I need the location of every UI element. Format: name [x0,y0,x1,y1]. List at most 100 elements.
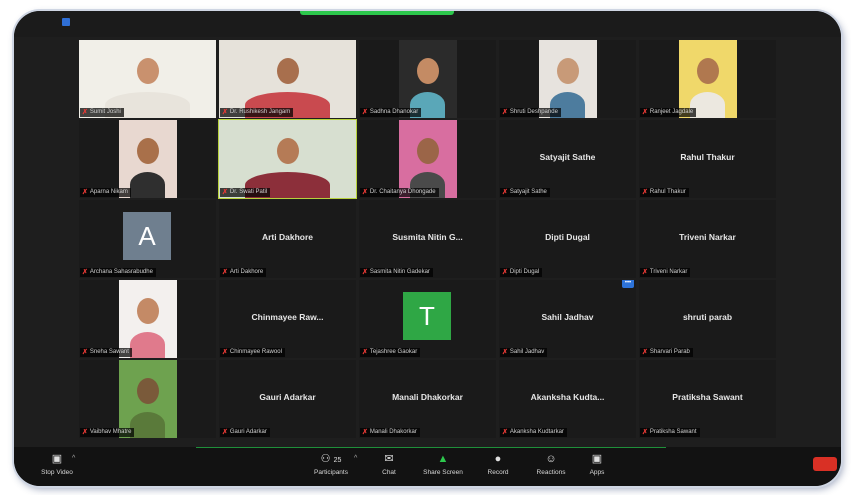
chat-button[interactable]: ✉ Chat [366,452,412,476]
participant-name-label: ✗ Dr. Chaitanya Dhongade [360,188,439,197]
participant-display-name: Chinmayee Raw... [251,312,324,322]
participant-tile[interactable]: Chinmayee Raw... ✗ Chinmayee Rawool [219,280,356,358]
participant-name-label: ✗ Archana Sahasrabudhe [80,268,156,277]
participant-tile[interactable]: Satyajit Sathe ✗ Satyajit Sathe [499,120,636,198]
reactions-button[interactable]: ☺ Reactions [528,452,574,476]
participant-name-text: Arti Dakhore [229,269,264,275]
participant-tile[interactable]: A ✗ Archana Sahasrabudhe [79,200,216,278]
participant-name-text: Akanksha Kudtarkar [509,429,564,435]
participant-name-label: ✗ Satyajit Sathe [500,188,550,197]
end-meeting-button[interactable] [813,457,837,471]
participant-tile[interactable]: Gauri Adarkar ✗ Gauri Adarkar [219,360,356,438]
stop-video-label: Stop Video [41,469,73,476]
participant-name-label: ✗ Tejashree Gaokar [360,348,421,357]
share-screen-label: Share Screen [423,469,463,476]
participant-display-name: Susmita Nitin G... [392,232,463,242]
participant-name-text: Ranjeet Jagdale [649,109,694,115]
participant-tile[interactable]: Susmita Nitin G... ✗ Sasmita Nitin Gadekar [359,200,496,278]
participant-display-name: Satyajit Sathe [539,152,596,162]
participant-display-name: Dipti Dugal [545,232,590,242]
participant-tile[interactable]: ✗ Ranjeet Jagdale [639,40,776,118]
participant-name-label: ✗ Sharvari Parab [640,348,693,357]
mic-muted-icon: ✗ [222,109,228,116]
participant-name-label: ✗ Sasmita Nitin Gadekar [360,268,433,277]
chat-bubble-icon: ✉ [384,453,394,465]
participant-name-label: ✗ Dipti Dugal [500,268,543,277]
participant-name-label: ✗ Triveni Narkar [640,268,691,277]
participant-name-text: Aparna Nikam [89,189,128,195]
mic-muted-icon: ✗ [642,349,648,356]
mic-muted-icon: ✗ [502,189,508,196]
mic-muted-icon: ✗ [82,269,88,276]
share-screen-icon: ▲ [437,453,449,465]
record-icon: ● [494,453,502,465]
participant-name-text: Dipti Dugal [509,269,540,275]
participant-name-label: ✗ Aparna Nikam [80,188,131,197]
participant-tile[interactable]: ✗ Aparna Nikam [79,120,216,198]
participant-name-text: Rahul Thakur [649,189,686,195]
participant-name-label: ✗ Dr. Rushikesh Jangam [220,108,294,117]
participant-video [79,40,216,118]
participant-tile[interactable]: Rahul Thakur ✗ Rahul Thakur [639,120,776,198]
chevron-up-icon[interactable]: ^ [72,455,75,462]
participant-tile[interactable]: Arti Dakhore ✗ Arti Dakhore [219,200,356,278]
participant-name-label: ✗ Sahil Jadhav [500,348,548,357]
participant-display-name: shruti parab [682,312,733,322]
participant-name-text: Pratiksha Sawant [649,429,697,435]
participant-name-label: ✗ Dr. Swati Patil [220,188,271,197]
participant-tile[interactable]: T ✗ Tejashree Gaokar [359,280,496,358]
participant-tile[interactable]: ✗ Dr. Chaitanya Dhongade [359,120,496,198]
more-options-icon[interactable]: ••• [622,280,634,288]
participant-tile[interactable]: Pratiksha Sawant ✗ Pratiksha Sawant [639,360,776,438]
participant-name-label: ✗ Sadhna Dhanokar [360,108,422,117]
participant-tile[interactable]: ✗ Sneha Sawant [79,280,216,358]
participant-video [219,120,356,198]
participant-tile[interactable]: shruti parab ✗ Sharvari Parab [639,280,776,358]
participant-name-label: ✗ Vaibhav Mhatre [80,428,135,437]
participant-name-label: ✗ Pratiksha Sawant [640,428,700,437]
participant-display-name: Akanksha Kudta... [530,392,605,402]
mic-muted-icon: ✗ [82,109,88,116]
mic-muted-icon: ✗ [642,269,648,276]
mic-muted-icon: ✗ [222,269,228,276]
participant-name-label: ✗ Chinmayee Rawool [220,348,285,357]
mic-muted-icon: ✗ [82,349,88,356]
participant-tile[interactable]: ✗ Dr. Swati Patil [218,119,357,199]
chevron-up-icon[interactable]: ^ [354,455,357,462]
participant-name-text: Sasmita Nitin Gadekar [369,269,430,275]
participant-name-label: ✗ Manali Dhakorkar [360,428,420,437]
participant-name-text: Manali Dhakorkar [369,429,417,435]
zoom-window: ✗ Sumit Joshi ✗ Dr. Rushikesh Jangam ✗ Sadhna… [14,11,841,486]
participant-name-text: Tejashree Gaokar [369,349,418,355]
participant-display-name: Gauri Adarkar [259,392,316,402]
security-icon[interactable] [62,18,70,26]
participant-video [118,120,177,198]
participant-tile[interactable]: Triveni Narkar ✗ Triveni Narkar [639,200,776,278]
apps-button[interactable]: ▣ Apps [574,452,620,476]
participant-tile[interactable]: ✗ Sumit Joshi [79,40,216,118]
record-button[interactable]: ● Record [475,452,521,476]
participants-button[interactable]: ⚇ 25 Participants [308,452,354,476]
participant-display-name: Triveni Narkar [679,232,736,242]
participant-display-name: Pratiksha Sawant [672,392,743,402]
reactions-label: Reactions [536,469,566,476]
mic-muted-icon: ✗ [362,269,368,276]
participant-tile[interactable]: Manali Dhakorkar ✗ Manali Dhakorkar [359,360,496,438]
mic-muted-icon: ✗ [502,349,508,356]
mic-muted-icon: ✗ [362,429,368,436]
participant-tile[interactable]: Dipti Dugal ✗ Dipti Dugal [499,200,636,278]
participant-tile[interactable]: Sahil Jadhav ••• ✗ Sahil Jadhav [499,280,636,358]
participant-name-label: ✗ Gauri Adarkar [220,428,270,437]
participant-tile[interactable]: ✗ Shruti Deshpande [499,40,636,118]
avatar: T [403,292,451,340]
participant-name-text: Chinmayee Rawool [229,349,282,355]
mic-muted-icon: ✗ [222,429,228,436]
participant-video [118,360,177,438]
participant-tile[interactable]: ✗ Dr. Rushikesh Jangam [219,40,356,118]
record-label: Record [487,469,509,476]
mic-muted-icon: ✗ [82,189,88,196]
participant-tile[interactable]: Akanksha Kudta... ✗ Akanksha Kudtarkar [499,360,636,438]
participant-tile[interactable]: ✗ Sadhna Dhanokar [359,40,496,118]
participant-tile[interactable]: ✗ Vaibhav Mhatre [79,360,216,438]
share-screen-button[interactable]: ▲ Share Screen [420,452,466,476]
